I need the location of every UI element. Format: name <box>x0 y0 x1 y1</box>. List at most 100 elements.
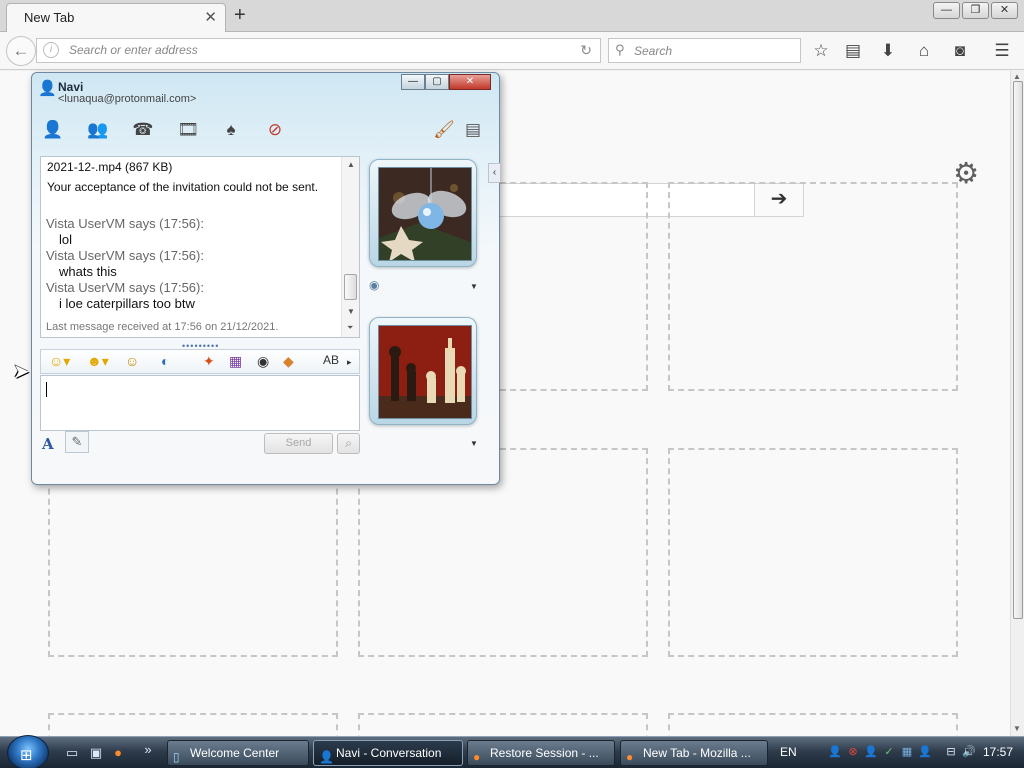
browser-tab-bar: New Tab ✕ + — ❐ ✕ <box>0 0 1024 32</box>
scroll-down-icon[interactable]: ▼ <box>347 307 355 316</box>
empty-tile[interactable] <box>668 448 958 657</box>
messenger-status-icon[interactable]: 👤 <box>864 745 878 759</box>
new-tab-button[interactable]: + <box>234 4 246 27</box>
close-button[interactable]: ✕ <box>991 2 1018 19</box>
network-connection-icon[interactable]: ⊟ <box>944 745 958 759</box>
mouse-cursor-icon: ➤ <box>13 361 30 383</box>
url-bar[interactable]: i Search or enter address ↻ <box>36 38 601 63</box>
search-box[interactable]: ⚲ Search <box>608 38 801 63</box>
update-icon[interactable]: ✓ <box>882 745 896 759</box>
menu-icon[interactable]: ☰ <box>991 40 1013 62</box>
picture-dropdown-icon[interactable]: ▼ <box>470 439 478 448</box>
message-header: Vista UserVM says (17:56): <box>46 216 204 231</box>
contact-picture-frame[interactable] <box>369 159 477 267</box>
reading-list-icon[interactable]: ▤ <box>842 40 864 62</box>
tab-new-tab[interactable]: New Tab ✕ <box>6 3 226 32</box>
send-button[interactable]: Send <box>264 433 333 454</box>
firefox-icon: ● <box>626 750 634 764</box>
search-icon: ⌕ <box>345 436 352 450</box>
security-alert-icon[interactable]: ⊗ <box>846 745 860 759</box>
nudge-icon[interactable]: ☺ <box>125 353 139 369</box>
picture-dropdown-icon[interactable]: ▼ <box>470 282 478 291</box>
taskbar-button-new-tab[interactable]: ● New Tab - Mozilla ... <box>620 740 768 766</box>
volume-icon[interactable]: 🔊 <box>962 745 976 759</box>
scroll-up-icon[interactable]: ▲ <box>1013 72 1021 81</box>
url-input[interactable]: Search or enter address <box>69 43 198 57</box>
network-icon[interactable]: ▦ <box>900 745 914 759</box>
font-button[interactable]: A <box>42 435 54 453</box>
scroll-thumb[interactable] <box>344 274 357 300</box>
windows-logo-icon: ⊞ <box>20 747 33 764</box>
file-transfer-line[interactable]: 2021-12-.mp4 (867 KB) <box>47 160 172 174</box>
scroll-up-icon[interactable]: ▲ <box>347 160 355 169</box>
video-call-icon[interactable]: 🎞 <box>175 117 201 143</box>
taskbar-button-restore-session[interactable]: ● Restore Session - ... <box>467 740 615 766</box>
page-scrollbar[interactable]: ▲ ▼ <box>1010 71 1024 736</box>
tab-close-icon[interactable]: ✕ <box>204 8 217 26</box>
minimize-button[interactable]: — <box>933 2 960 19</box>
emoticon-icon[interactable]: ☺▾ <box>49 353 70 370</box>
home-icon[interactable]: ⌂ <box>913 40 935 62</box>
own-picture-frame[interactable] <box>369 317 477 425</box>
scroll-end-icon[interactable]: ⏷ <box>347 323 353 333</box>
games-icon[interactable]: ♠ <box>218 117 244 143</box>
minimize-button[interactable]: — <box>401 74 425 90</box>
close-button[interactable]: ✕ <box>449 74 491 90</box>
voice-clip-icon[interactable]: ◐ <box>161 353 169 369</box>
system-notice: Your acceptance of the invitation could … <box>47 180 319 194</box>
background-brush-icon[interactable]: 🖌 <box>431 117 457 143</box>
messenger-icon: 👤 <box>319 750 334 764</box>
firefox-icon[interactable]: ● <box>110 745 126 761</box>
share-files-icon[interactable]: 👥 <box>85 117 111 143</box>
wink-icon[interactable]: ☻▾ <box>87 353 109 370</box>
handwriting-icon[interactable]: AB <box>323 353 339 367</box>
quick-launch-overflow-icon[interactable]: » <box>140 742 156 758</box>
more-options-icon[interactable]: ▸ <box>347 357 352 368</box>
search-button[interactable]: ⌕ <box>337 433 360 454</box>
bookmark-star-icon[interactable]: ☆ <box>810 40 832 62</box>
scroll-down-icon[interactable]: ▼ <box>1013 724 1021 733</box>
handwriting-button[interactable]: ✎ <box>65 431 89 453</box>
webcam-icon[interactable]: ◉ <box>369 278 379 292</box>
taskbar-button-label: Navi - Conversation <box>336 746 442 760</box>
reload-icon[interactable]: ↻ <box>580 42 592 59</box>
message-text: i loe caterpillars too btw <box>59 296 195 311</box>
search-input[interactable]: Search <box>634 44 672 58</box>
taskbar-button-label: Welcome Center <box>190 746 280 760</box>
windows-live-icon[interactable]: 👤 <box>918 745 932 759</box>
ornament-photo <box>379 168 471 260</box>
message-text: lol <box>59 232 73 247</box>
windows-flag-icon[interactable]: ◆ <box>283 353 294 370</box>
start-button[interactable]: ⊞ <box>7 735 49 768</box>
menu-dropdown-icon[interactable]: ▤ <box>460 117 486 143</box>
last-message-status: Last message received at 17:56 on 21/12/… <box>46 321 279 333</box>
block-contact-icon[interactable]: ⊘ <box>262 117 288 143</box>
back-button[interactable]: ← <box>6 36 36 66</box>
call-phone-icon[interactable]: ☎ <box>130 117 156 143</box>
show-desktop-icon[interactable]: ▭ <box>64 745 80 761</box>
invite-contact-icon[interactable]: 👤 <box>40 117 66 143</box>
gift-icon[interactable]: ✦ <box>203 353 215 370</box>
downloads-icon[interactable]: ⬇ <box>877 40 899 62</box>
contact-name: Navi <box>58 80 84 94</box>
site-info-icon[interactable]: i <box>43 42 59 58</box>
empty-tile[interactable] <box>668 182 958 391</box>
taskbar-button-conversation[interactable]: 👤 Navi - Conversation <box>313 740 463 766</box>
record-icon[interactable]: ◉ <box>257 353 269 370</box>
history-scrollbar[interactable]: ▲ ▼ ⏷ <box>341 157 359 337</box>
search-icon: ⚲ <box>615 42 625 57</box>
collapse-pictures-button[interactable]: ‹ <box>488 163 500 183</box>
language-indicator[interactable]: EN <box>780 745 797 759</box>
scroll-thumb[interactable] <box>1013 81 1023 619</box>
taskbar-button-welcome-center[interactable]: ▯ Welcome Center <box>167 740 309 766</box>
restore-button[interactable]: ❐ <box>962 2 989 19</box>
clock[interactable]: 17:57 <box>983 745 1013 759</box>
switch-windows-icon[interactable]: ▣ <box>88 745 104 761</box>
maximize-button[interactable]: ▢ <box>425 74 449 90</box>
message-input[interactable] <box>40 375 360 431</box>
pocket-icon[interactable]: ◙ <box>949 40 971 62</box>
firefox-icon: ● <box>473 750 481 764</box>
messenger-tray-icon[interactable]: 👤 <box>828 745 842 759</box>
taskbar: ⊞ ▭ ▣ ● » ▯ Welcome Center 👤 Navi - Conv… <box>0 735 1024 768</box>
color-grid-icon[interactable]: ▦ <box>229 353 242 370</box>
